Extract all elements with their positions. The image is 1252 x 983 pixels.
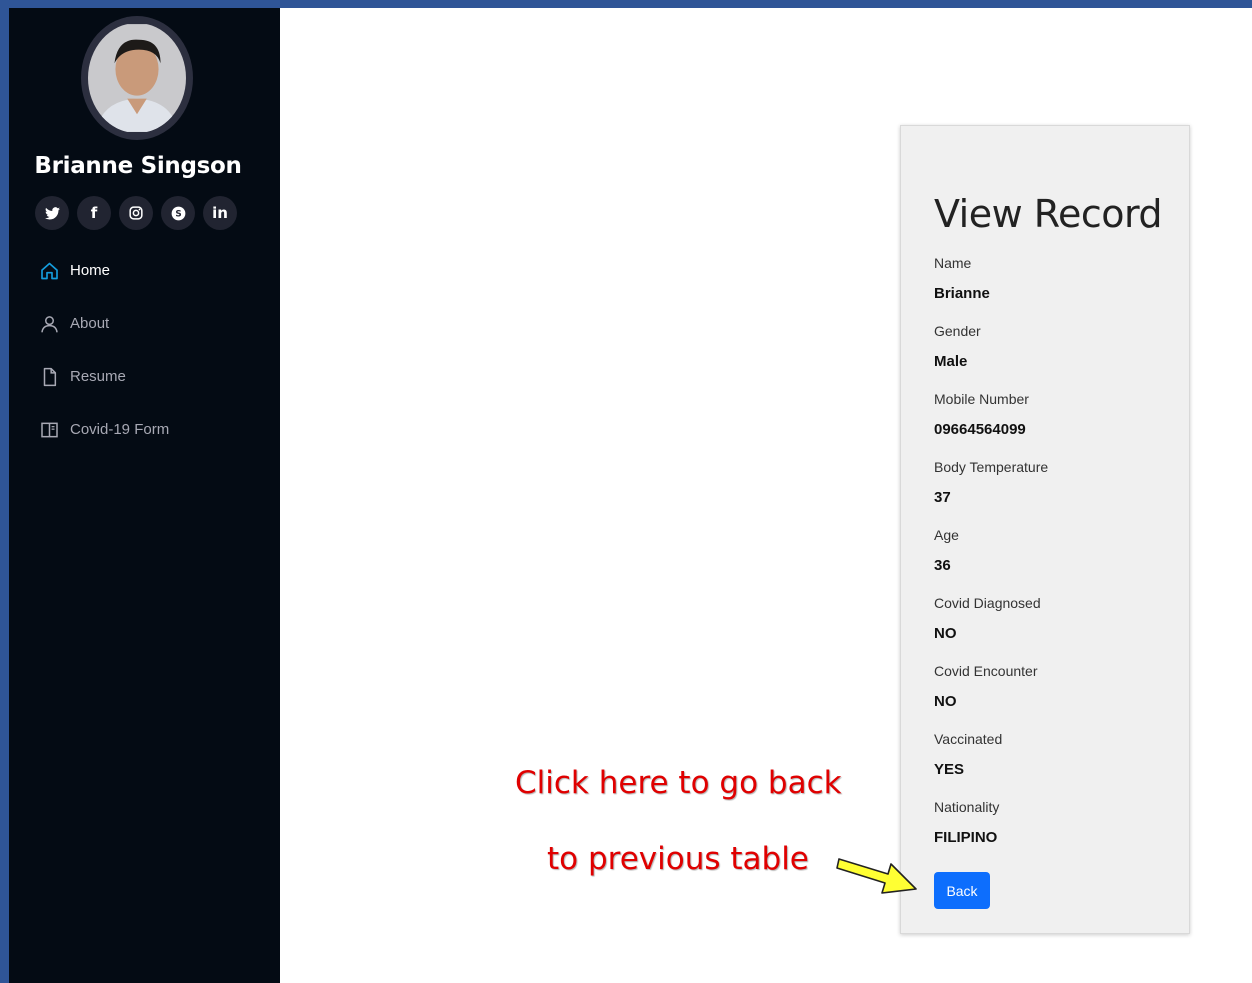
field-covid-diagnosed: Covid Diagnosed NO [934,595,1041,642]
field-value: NO [934,625,957,642]
field-mobile-number: Mobile Number 09664564099 [934,391,1029,438]
back-button[interactable]: Back [934,872,990,909]
sidebar-item-covid-form[interactable]: Covid-19 Form [39,403,169,456]
home-icon [39,260,61,282]
field-label: Covid Encounter [934,663,1038,679]
sidebar-item-resume[interactable]: Resume [39,350,169,403]
field-nationality: Nationality FILIPINO [934,799,999,846]
linkedin-icon[interactable]: in [203,196,237,230]
field-covid-encounter: Covid Encounter NO [934,663,1038,710]
twitter-icon[interactable] [35,196,69,230]
sidebar: Brianne Singson f S in Home About Resume… [9,8,280,983]
sidebar-nav: Home About Resume Covid-19 Form [39,244,169,456]
field-value: 09664564099 [934,421,1026,438]
avatar-photo [88,24,186,132]
social-links: f S in [35,196,237,230]
skype-icon[interactable]: S [161,196,195,230]
field-value: NO [934,693,957,710]
field-gender: Gender Male [934,323,981,370]
field-value: 37 [934,489,951,506]
field-value: FILIPINO [934,829,998,846]
sidebar-item-label: Covid-19 Form [70,421,170,438]
person-icon [39,313,61,335]
sidebar-item-about[interactable]: About [39,297,169,350]
profile-name: Brianne Singson [34,153,242,179]
view-record-card: View Record Name Brianne Gender Male Mob… [900,125,1190,934]
field-value: 36 [934,557,951,574]
field-label: Mobile Number [934,391,1029,407]
field-label: Covid Diagnosed [934,595,1041,611]
field-name: Name Brianne [934,255,990,302]
sidebar-item-label: Home [70,262,111,279]
page-frame: Brianne Singson f S in Home About Resume… [9,8,1252,983]
sidebar-item-label: About [70,315,110,332]
field-label: Nationality [934,799,1000,815]
field-vaccinated: Vaccinated YES [934,731,1002,778]
field-value: Brianne [934,285,990,302]
annotation-line-2: to previous table [547,841,809,877]
field-label: Body Temperature [934,459,1049,475]
field-age: Age 36 [934,527,959,574]
annotation-line-1: Click here to go back [515,765,842,801]
field-label: Gender [934,323,981,339]
field-body-temperature: Body Temperature 37 [934,459,1048,506]
facebook-icon[interactable]: f [77,196,111,230]
annotation-arrow-icon [836,858,917,894]
sidebar-item-home[interactable]: Home [39,244,169,297]
field-value: YES [934,761,965,778]
card-title: View Record [934,192,1163,236]
book-icon [39,419,61,441]
avatar [81,16,193,140]
sidebar-item-label: Resume [70,368,126,385]
field-value: Male [934,353,968,370]
instagram-icon[interactable] [119,196,153,230]
field-label: Age [934,527,959,543]
field-label: Vaccinated [934,731,1003,747]
field-label: Name [934,255,972,271]
svg-text:S: S [175,209,181,219]
file-icon [39,366,61,388]
